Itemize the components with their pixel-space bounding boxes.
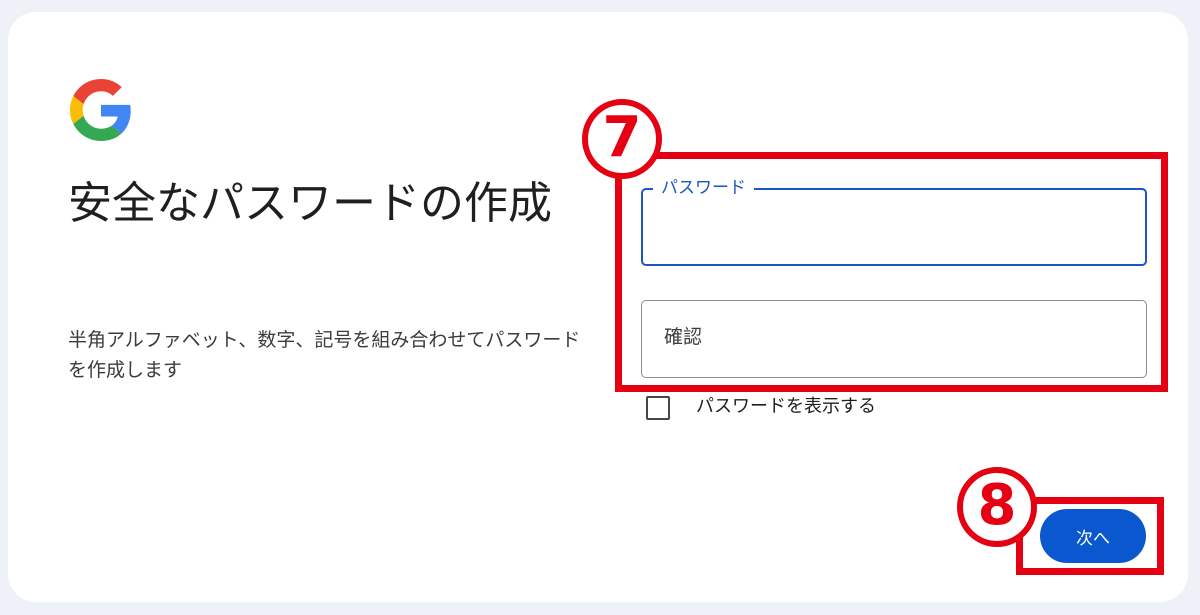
show-password-checkbox[interactable] [646,396,670,420]
password-field[interactable]: パスワード [641,177,1147,266]
password-input[interactable] [659,210,1123,246]
password-label: パスワード [653,177,754,199]
google-g-icon [70,79,131,141]
signup-card: 安全なパスワードの作成 半角アルファベット、数字、記号を組み合わせてパスワードを… [8,12,1188,602]
show-password-label[interactable]: パスワードを表示する [696,393,876,421]
page-description: 半角アルファベット、数字、記号を組み合わせてパスワードを作成します [68,329,581,381]
page-title: 安全なパスワードの作成 [68,178,552,229]
annotation-number-8: 8 [957,467,1037,547]
next-button[interactable]: 次へ [1040,509,1146,563]
confirm-password-input[interactable] [658,321,1122,357]
confirm-password-field[interactable]: 確認 [641,300,1147,378]
annotation-number-7: 7 [582,99,662,179]
